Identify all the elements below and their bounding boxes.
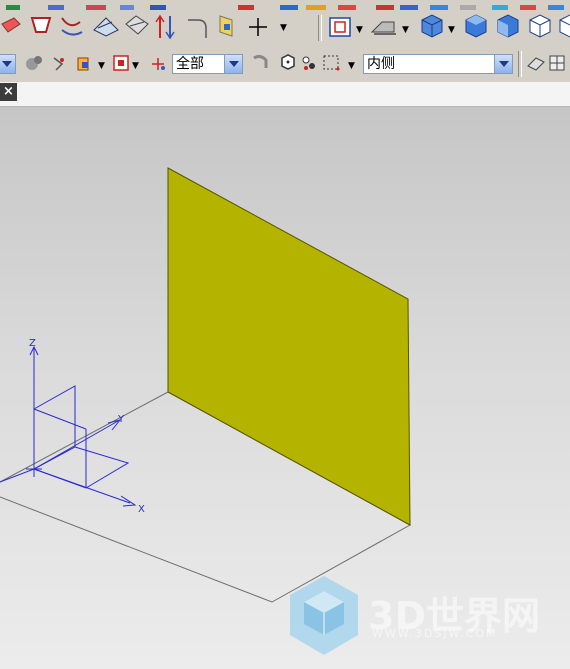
fit-dropdown-arrow-icon[interactable]: ▼ — [356, 25, 363, 35]
extension-surface-icon[interactable] — [125, 15, 149, 35]
view-toolbar-icons: ▼ ▼ ▼ — [329, 14, 570, 38]
plane-edge-1 — [33, 408, 87, 430]
fillet-icon[interactable] — [188, 19, 207, 38]
front-view-icon[interactable] — [497, 14, 519, 38]
feature-select-icon[interactable] — [77, 57, 89, 71]
multi-select-icon[interactable] — [302, 56, 315, 70]
ruled-surface-icon[interactable] — [93, 17, 119, 37]
filter-disabled-icon[interactable] — [26, 56, 42, 70]
fit-view-icon[interactable] — [329, 17, 351, 37]
top-view-icon[interactable] — [465, 14, 487, 38]
x-axis-line — [33, 468, 131, 504]
rectangle-select-icon[interactable] — [323, 55, 340, 71]
snap-point-icon[interactable] — [53, 57, 64, 71]
type-filter-dropdown-icon[interactable] — [0, 55, 15, 73]
right-view-icon[interactable] — [529, 14, 551, 38]
shade-mode-icon[interactable] — [370, 21, 396, 35]
snap-toolbar-icons: ▼ — [253, 54, 355, 71]
selection-toolbar-icons: ▼ ▼ — [26, 55, 165, 71]
section-surface-icon[interactable] — [155, 14, 175, 40]
highlight-icon[interactable] — [113, 55, 129, 71]
feature-dropdown-arrow-icon[interactable]: ▼ — [98, 61, 105, 71]
selection-scope-combo[interactable]: 内侧 — [363, 54, 513, 74]
point-dropdown-arrow-icon[interactable]: ▼ — [280, 23, 287, 33]
grid-snap-icon[interactable] — [549, 55, 565, 71]
pipe-curve-icon[interactable] — [253, 54, 268, 68]
through-curves-icon[interactable] — [61, 17, 83, 36]
y-axis-label: Y — [117, 414, 125, 425]
shade-dropdown-arrow-icon[interactable]: ▼ — [402, 25, 409, 35]
highlight-dropdown-arrow-icon[interactable]: ▼ — [132, 61, 139, 71]
left-view-icon[interactable] — [559, 14, 570, 38]
document-tab-strip: × — [0, 82, 570, 107]
type-filter-combo[interactable] — [0, 54, 16, 74]
rectangle-dropdown-arrow-icon[interactable]: ▼ — [348, 61, 355, 71]
toolbar-row-selection: ▼ ▼ 全部 ▼ 内侧 — [0, 46, 570, 83]
swept-surface-icon[interactable] — [1, 17, 21, 33]
y-axis-line — [33, 420, 119, 470]
selection-filter-dropdown-icon[interactable] — [224, 55, 242, 73]
iso-view-icon[interactable] — [421, 14, 443, 38]
plane-edge-3 — [0, 468, 35, 483]
add-point-icon[interactable] — [152, 58, 165, 70]
bounded-plane-icon[interactable] — [30, 17, 52, 33]
selection-filter-combo[interactable]: 全部 — [172, 54, 243, 74]
x-axis-label: X — [138, 504, 145, 515]
point-icon[interactable] — [249, 18, 267, 36]
selection-scope-value: 内侧 — [367, 56, 395, 72]
toolbar-row-surface: ▼ ▼ ▼ ▼ — [0, 10, 570, 47]
wcs-triad[interactable] — [0, 345, 137, 507]
misc-toolbar-icons — [527, 55, 565, 71]
hexagon-snap-icon[interactable] — [281, 54, 295, 70]
toolbar-divider — [518, 51, 522, 77]
z-axis-label: Z — [29, 338, 36, 349]
selection-scope-dropdown-icon[interactable] — [494, 55, 512, 73]
watermark-logo — [290, 576, 358, 655]
edge-blend-icon[interactable] — [219, 15, 233, 37]
datum-plane-surface[interactable] — [167, 167, 411, 526]
graphics-viewport[interactable]: Z Y X 3D世界网 WWW.3DSJW.COM — [0, 107, 570, 669]
watermark-url: WWW.3DSJW.COM — [372, 627, 498, 640]
selection-filter-value: 全部 — [176, 56, 204, 72]
eraser-icon[interactable] — [527, 57, 545, 71]
iso-dropdown-arrow-icon[interactable]: ▼ — [448, 25, 455, 35]
close-icon[interactable]: × — [0, 83, 17, 101]
yz-plane-square — [33, 446, 130, 489]
toolbar-divider — [318, 15, 322, 41]
xy-plane-square — [33, 385, 76, 470]
